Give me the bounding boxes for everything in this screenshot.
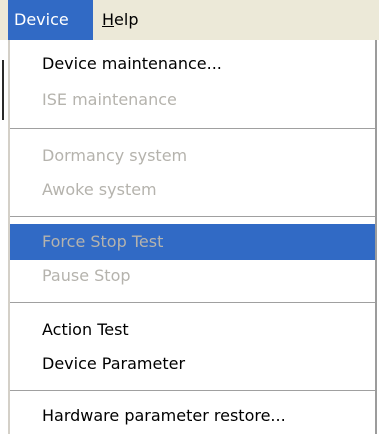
menu-bar: Device Help	[0, 0, 379, 40]
menu-separator	[10, 302, 375, 304]
menu-separator	[10, 216, 375, 218]
device-dropdown-menu: Device maintenance... ISE maintenance Do…	[8, 40, 377, 434]
window-edge-artifact	[2, 60, 4, 120]
menu-item-hardware-parameter-restore[interactable]: Hardware parameter restore...	[10, 398, 375, 434]
menu-item-ise-maintenance: ISE maintenance	[42, 90, 177, 109]
menu-item-awoke-system: Awoke system	[42, 180, 157, 199]
menu-item-pause-stop: Pause Stop	[42, 266, 131, 285]
menu-device[interactable]: Device	[8, 0, 93, 40]
menu-item-action-test[interactable]: Action Test	[10, 312, 375, 348]
menu-item-dormancy-system: Dormancy system	[42, 146, 188, 165]
menu-item-force-stop-test[interactable]: Force Stop Test	[10, 224, 375, 260]
menu-item-device-maintenance[interactable]: Device maintenance...	[10, 46, 375, 82]
menu-help[interactable]: Help	[98, 0, 168, 40]
menu-item-device-parameter[interactable]: Device Parameter	[10, 346, 375, 382]
menu-separator	[10, 390, 375, 392]
menu-separator	[10, 128, 375, 130]
